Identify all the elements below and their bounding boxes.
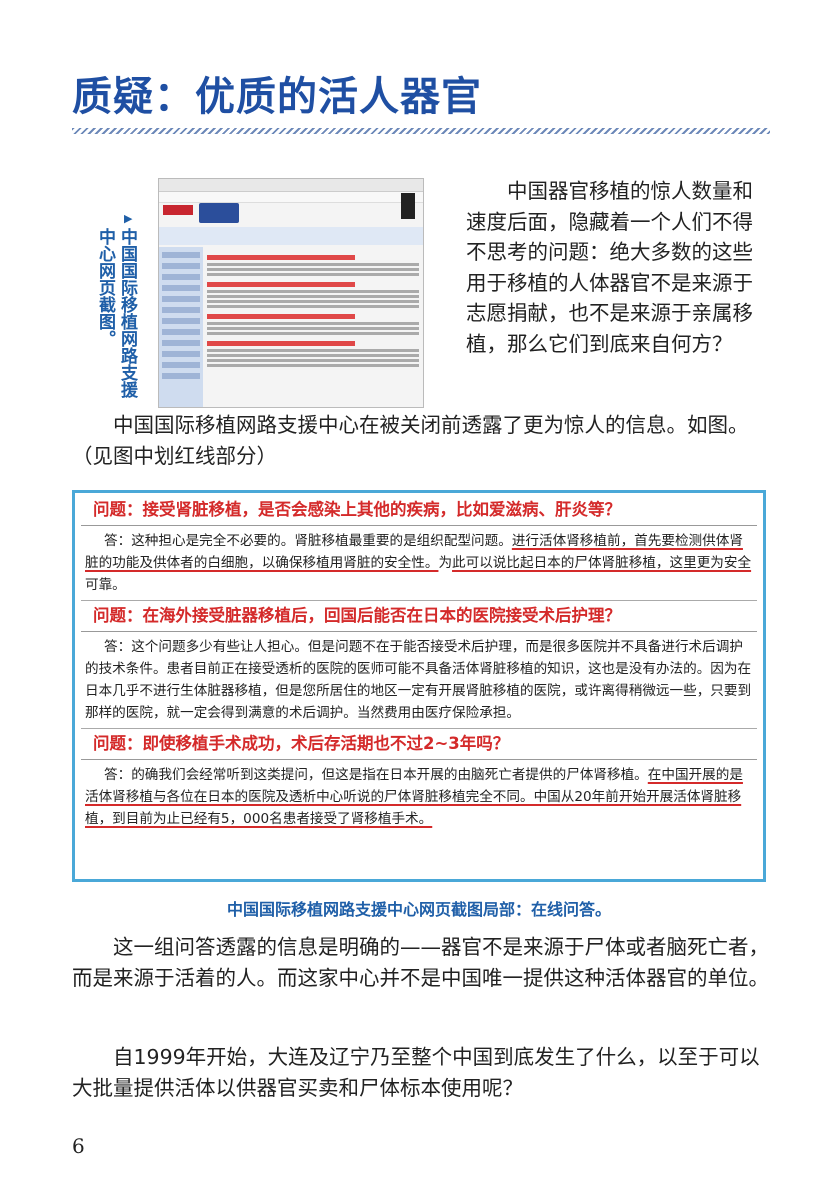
paragraph-1: 中国器官移植的惊人数量和速度后面，隐藏着一个人们不得不思考的问题：绝大多数的这些… bbox=[466, 179, 753, 356]
qa-answer-1: 答：这种担心是完全不必要的。肾脏移植最重要的是组织配型问题。进行活体肾移植前，首… bbox=[81, 526, 757, 601]
qa-question-1: 问题：接受肾脏移植，是否会感染上其他的疾病，比如爱滋病、肝炎等？ bbox=[81, 495, 757, 526]
paragraph-2: 中国国际移植网路支援中心在被关闭前透露了更为惊人的信息。如图。（见图中划红线部分… bbox=[72, 413, 749, 468]
paragraph-4: 自1999年开始，大连及辽宁乃至整个中国到底发生了什么，以至于可以大批量提供活体… bbox=[72, 1045, 760, 1100]
paragraph-3: 这一组问答透露的信息是明确的——器官不是来源于尸体或者脑死亡者，而是来源于活着的… bbox=[72, 935, 769, 990]
page-title: 质疑：优质的活人器官 bbox=[72, 74, 482, 120]
qa-figure-caption: 中国国际移植网路支援中心网页截图局部：在线问答。 bbox=[226, 900, 611, 919]
title-divider bbox=[72, 128, 770, 134]
qa-question-3: 问题：即使移植手术成功，术后存活期也不过2~3年吗？ bbox=[81, 729, 757, 760]
caption-arrow-icon: ▶ bbox=[124, 212, 133, 225]
page-number: 6 bbox=[72, 1134, 85, 1158]
qa-screenshot-box: 问题：接受肾脏移植，是否会感染上其他的疾病，比如爱滋病、肝炎等？ 答：这种担心是… bbox=[72, 490, 766, 882]
qa-question-2: 问题：在海外接受脏器移植后，回国后能否在日本的医院接受术后护理？ bbox=[81, 601, 757, 632]
figure-caption-vertical: 中国国际移植网路支援中心网页截图。 bbox=[95, 228, 137, 398]
qa-answer-3: 答：的确我们会经常听到这类提问，但这是指在日本开展的由脑死亡者提供的尸体肾移植。… bbox=[85, 767, 743, 827]
qa-answer-2: 答：这个问题多少有些让人担心。但是问题不在于能否接受术后护理，而是很多医院并不具… bbox=[81, 632, 757, 729]
website-screenshot-image bbox=[158, 178, 424, 408]
